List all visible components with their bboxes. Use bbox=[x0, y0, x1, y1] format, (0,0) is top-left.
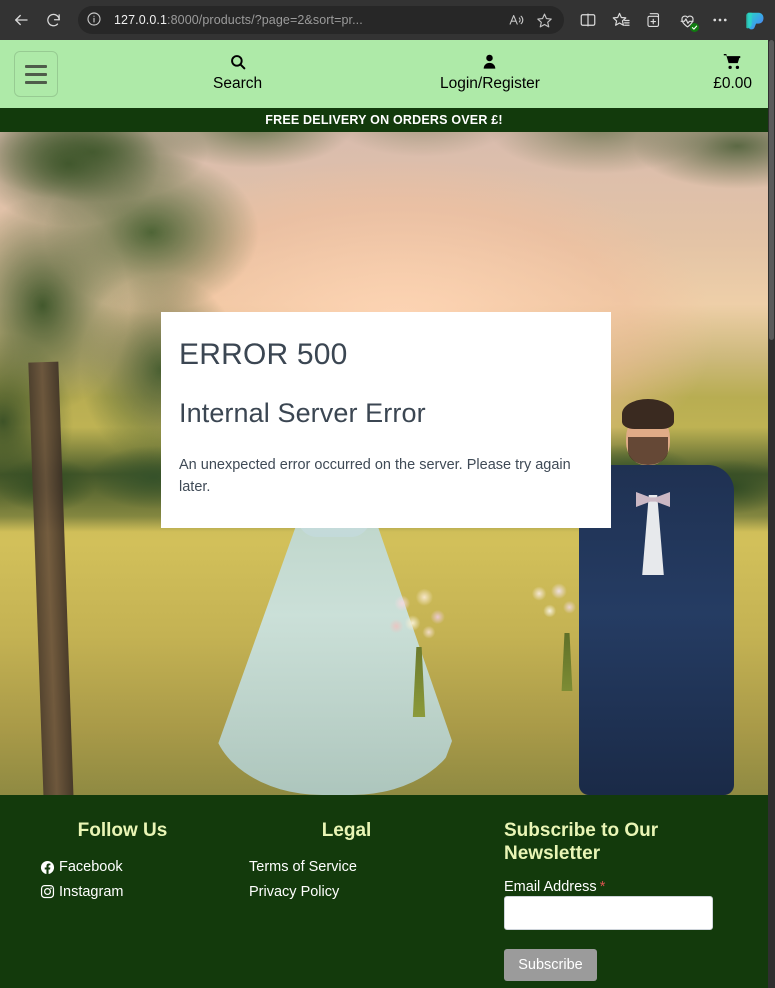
groom-bouquet bbox=[518, 575, 584, 637]
error-message: An unexpected error occurred on the serv… bbox=[179, 456, 571, 496]
hero-section: ERROR 500 Internal Server Error An unexp… bbox=[0, 132, 768, 795]
copilot-icon[interactable] bbox=[739, 5, 769, 35]
error-card: ERROR 500 Internal Server Error An unexp… bbox=[161, 312, 611, 529]
favorites-icon[interactable] bbox=[605, 5, 637, 35]
cart-total-label: £0.00 bbox=[713, 75, 752, 92]
nav-cart-link[interactable]: £0.00 bbox=[713, 51, 752, 92]
nav-account-label: Login/Register bbox=[440, 75, 540, 92]
scrollbar-thumb[interactable] bbox=[769, 40, 774, 340]
groom-bouquet-stems bbox=[561, 633, 573, 691]
instagram-label: Instagram bbox=[59, 883, 124, 900]
favorite-star-icon[interactable] bbox=[532, 8, 556, 32]
hamburger-bar bbox=[25, 64, 47, 68]
page-scrollbar[interactable] bbox=[768, 40, 775, 988]
follow-us-heading: Follow Us bbox=[77, 820, 168, 841]
read-aloud-icon[interactable] bbox=[504, 8, 528, 32]
search-icon bbox=[229, 51, 247, 72]
terms-of-service-link[interactable]: Terms of Service bbox=[249, 855, 504, 879]
instagram-link[interactable]: Instagram bbox=[40, 880, 249, 904]
site-info-icon[interactable] bbox=[86, 11, 104, 29]
refresh-button[interactable] bbox=[38, 5, 68, 35]
user-icon bbox=[481, 51, 498, 72]
groom-beard bbox=[628, 437, 668, 465]
footer-column-follow: Follow Us Facebook Instagram bbox=[24, 819, 249, 981]
groom-hair bbox=[622, 399, 674, 429]
site-header: Search Login/Register £0.00 bbox=[0, 40, 768, 108]
address-bar[interactable]: 127.0.0.1:8000/products/?page=2&sort=pr.… bbox=[78, 6, 564, 34]
promo-banner-text: FREE DELIVERY ON ORDERS OVER £! bbox=[265, 113, 503, 127]
promo-banner: FREE DELIVERY ON ORDERS OVER £! bbox=[0, 108, 768, 132]
newsletter-heading: Subscribe to Our Newsletter bbox=[504, 820, 659, 865]
hamburger-bar bbox=[25, 80, 47, 84]
required-indicator: * bbox=[599, 879, 606, 896]
legal-heading: Legal bbox=[321, 820, 372, 841]
shopping-cart-icon bbox=[722, 51, 743, 72]
url-path: :8000/products/?page=2&sort=pr... bbox=[167, 13, 363, 27]
collections-icon[interactable] bbox=[638, 5, 670, 35]
facebook-label: Facebook bbox=[59, 859, 123, 876]
nav-account-link[interactable]: Login/Register bbox=[440, 51, 540, 92]
web-page: Search Login/Register £0.00 FREE DELIVER… bbox=[0, 40, 768, 988]
page-viewport: Search Login/Register £0.00 FREE DELIVER… bbox=[0, 40, 775, 988]
footer-column-newsletter: Subscribe to Our Newsletter Email Addres… bbox=[504, 819, 754, 982]
bride-bouquet bbox=[380, 579, 454, 655]
nav-search-link[interactable]: Search bbox=[213, 51, 262, 92]
split-screen-icon[interactable] bbox=[572, 5, 604, 35]
error-code: ERROR 500 bbox=[179, 338, 348, 371]
url-host: 127.0.0.1 bbox=[114, 13, 168, 27]
browser-toolbar: 127.0.0.1:8000/products/?page=2&sort=pr.… bbox=[0, 0, 775, 40]
settings-and-more-icon[interactable] bbox=[704, 5, 736, 35]
back-button[interactable] bbox=[6, 5, 36, 35]
footer-column-legal: Legal Terms of Service Privacy Policy bbox=[249, 819, 504, 981]
browser-essentials-icon[interactable] bbox=[671, 5, 703, 35]
facebook-link[interactable]: Facebook bbox=[40, 855, 249, 879]
email-address-text: Email Address bbox=[504, 879, 597, 896]
privacy-policy-link[interactable]: Privacy Policy bbox=[249, 880, 504, 904]
facebook-icon bbox=[40, 860, 55, 875]
toolbar-actions bbox=[572, 5, 769, 35]
error-title: Internal Server Error bbox=[179, 397, 426, 428]
email-address-label: Email Address * bbox=[504, 879, 605, 895]
subscribe-button[interactable]: Subscribe bbox=[504, 949, 597, 982]
site-footer: Follow Us Facebook Instagram Legal Terms… bbox=[0, 795, 768, 988]
navbar-toggle-button[interactable] bbox=[14, 51, 58, 97]
instagram-icon bbox=[40, 884, 55, 899]
hamburger-bar bbox=[25, 72, 47, 76]
url-text[interactable]: 127.0.0.1:8000/products/?page=2&sort=pr.… bbox=[114, 13, 504, 27]
nav-search-label: Search bbox=[213, 75, 263, 92]
email-input[interactable] bbox=[504, 896, 713, 931]
